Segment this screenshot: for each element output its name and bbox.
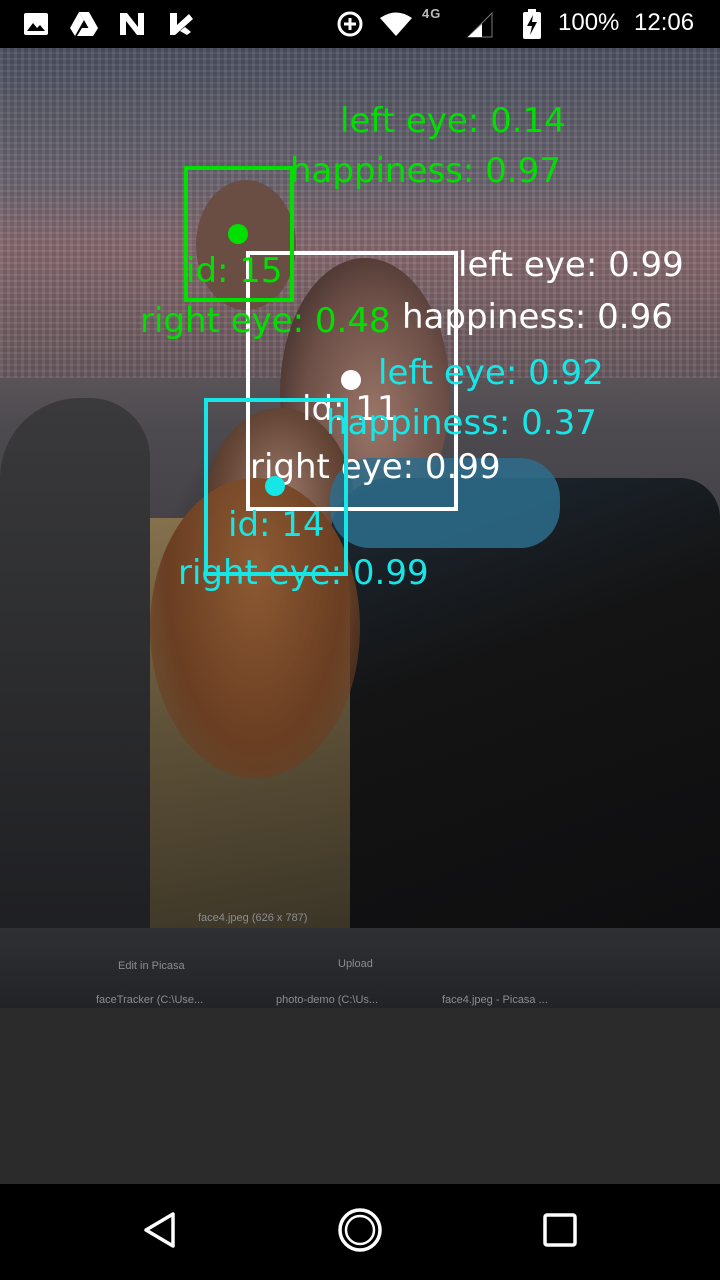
upload-label: Upload	[338, 958, 373, 970]
left-eye-label-15: left eye: 0.14	[340, 101, 566, 141]
happiness-label-14: happiness: 0.37	[326, 403, 597, 443]
home-circle-icon	[336, 1206, 384, 1258]
left-eye-label-14: left eye: 0.92	[378, 353, 604, 393]
task-check-icon	[166, 10, 196, 38]
back-button[interactable]	[130, 1204, 190, 1260]
data-saver-icon	[336, 10, 364, 38]
status-bar: 4G 100% 12:06	[0, 0, 720, 48]
wifi-icon	[378, 10, 414, 38]
photo-caption: face4.jpeg (626 x 787)	[198, 912, 308, 924]
recents-square-icon	[542, 1212, 578, 1252]
left-person	[0, 398, 150, 938]
back-triangle-icon	[140, 1210, 180, 1254]
battery-charging-icon	[520, 9, 544, 39]
face-center-dot-14	[265, 476, 285, 496]
camera-preview: face4.jpeg (626 x 787) Edit in Picasa Up…	[0, 48, 720, 1008]
battery-percent: 100%	[558, 9, 620, 36]
right-eye-label-14: right eye: 0.99	[178, 553, 429, 593]
navigation-bar	[0, 1184, 720, 1280]
monitor-taskbar: face4.jpeg (626 x 787) Edit in Picasa Up…	[0, 912, 720, 1008]
left-eye-label-11: left eye: 0.99	[458, 245, 684, 285]
face-id-label-14: id: 14	[228, 505, 325, 545]
image-icon	[22, 10, 50, 38]
home-button[interactable]	[330, 1204, 390, 1260]
signal-icon	[466, 10, 494, 38]
happiness-label-11: happiness: 0.96	[402, 297, 673, 337]
taskbar-item: face4.jpeg - Picasa ...	[442, 994, 548, 1006]
face-id-label-15: id: 15	[186, 251, 283, 291]
happiness-label-15: happiness: 0.97	[290, 151, 561, 191]
face-center-dot-11	[341, 370, 361, 390]
recents-button[interactable]	[530, 1204, 590, 1260]
taskbar-item: photo-demo (C:\Us...	[276, 994, 379, 1006]
n-icon	[117, 10, 147, 38]
taskbar-item: faceTracker (C:\Use...	[96, 994, 204, 1006]
network-type-label: 4G	[422, 6, 442, 21]
drive-icon	[68, 10, 100, 38]
face-center-dot-15	[228, 224, 248, 244]
right-eye-label-15: right eye: 0.48	[140, 301, 391, 341]
clock: 12:06	[634, 9, 695, 36]
edit-label: Edit in Picasa	[118, 960, 185, 972]
